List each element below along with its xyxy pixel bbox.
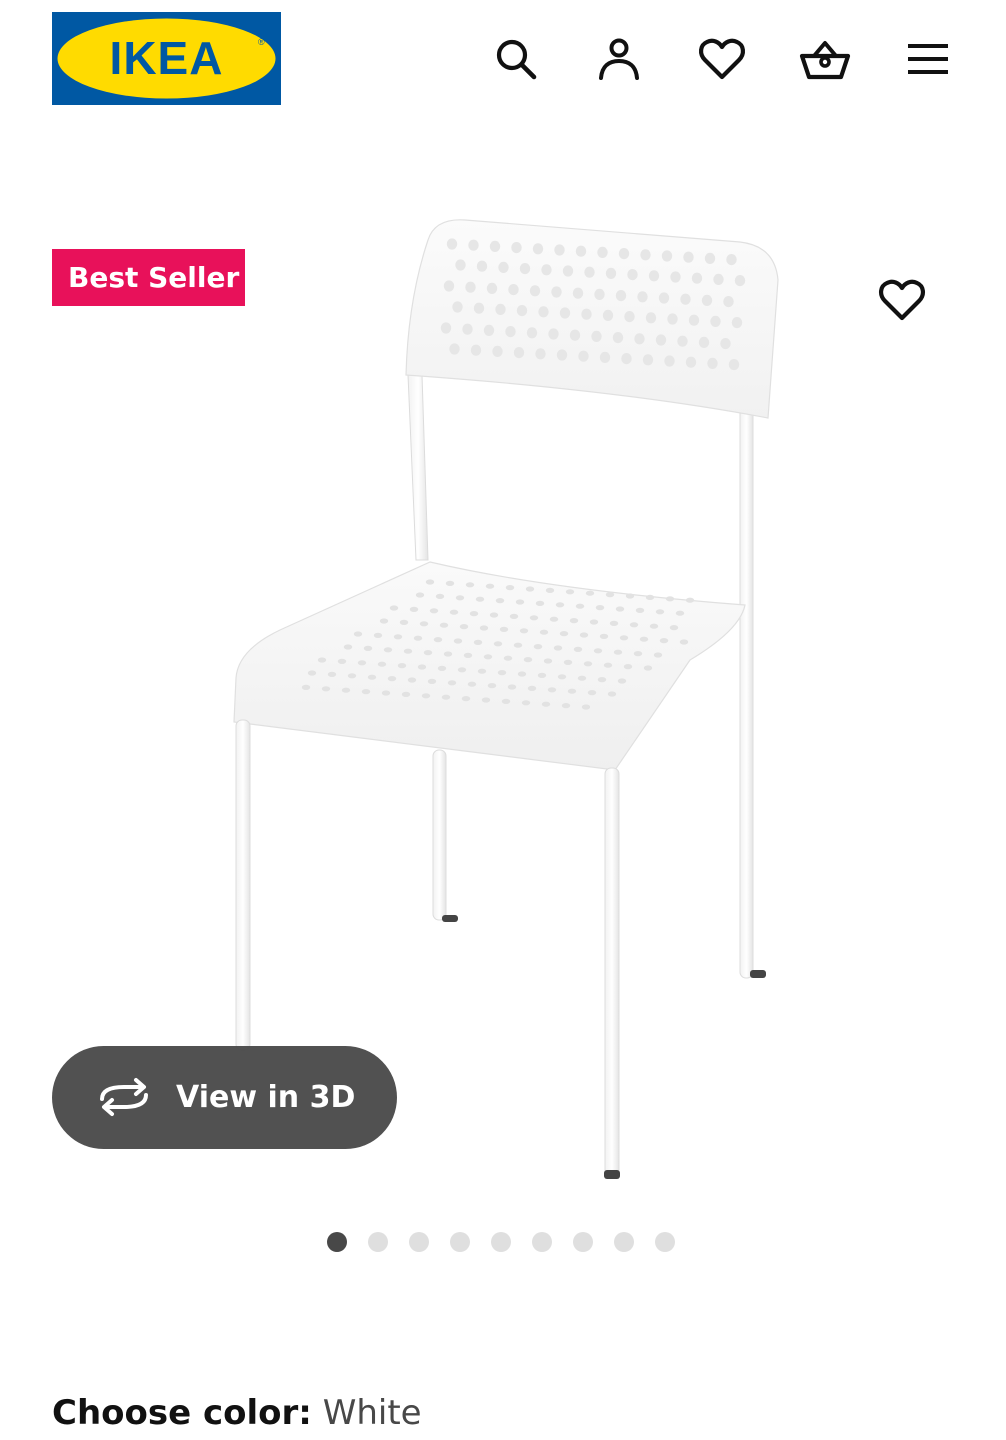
svg-text:®: ®: [258, 37, 265, 47]
image-carousel-dots: [327, 1232, 675, 1252]
menu-icon[interactable]: [902, 33, 954, 85]
rotate-3d-icon: [100, 1078, 148, 1116]
heart-icon: [879, 279, 925, 321]
search-icon[interactable]: [490, 33, 542, 85]
add-to-favorites-button[interactable]: [872, 270, 932, 330]
carousel-dot[interactable]: [368, 1232, 388, 1252]
carousel-dot[interactable]: [573, 1232, 593, 1252]
basket-icon[interactable]: [799, 33, 851, 85]
carousel-dot[interactable]: [450, 1232, 470, 1252]
carousel-dot[interactable]: [491, 1232, 511, 1252]
site-header: IKEA ®: [0, 0, 1006, 120]
carousel-dot[interactable]: [614, 1232, 634, 1252]
ikea-logo-text: IKEA: [110, 32, 224, 84]
carousel-dot[interactable]: [327, 1232, 347, 1252]
carousel-dot[interactable]: [532, 1232, 552, 1252]
product-page: IKEA ® Best Seller View in 3D Choose col…: [0, 0, 1006, 1440]
view-in-3d-label: View in 3D: [176, 1080, 356, 1115]
choose-color-value: White: [322, 1393, 422, 1433]
choose-color: Choose color: White: [52, 1390, 422, 1436]
choose-color-label: Choose color:: [52, 1393, 312, 1433]
carousel-dot[interactable]: [655, 1232, 675, 1252]
view-in-3d-button[interactable]: View in 3D: [52, 1046, 397, 1149]
best-seller-badge: Best Seller: [52, 249, 245, 306]
carousel-dot[interactable]: [409, 1232, 429, 1252]
ikea-logo[interactable]: IKEA ®: [52, 12, 281, 105]
wishlist-heart-icon[interactable]: [696, 33, 748, 85]
account-icon[interactable]: [593, 33, 645, 85]
